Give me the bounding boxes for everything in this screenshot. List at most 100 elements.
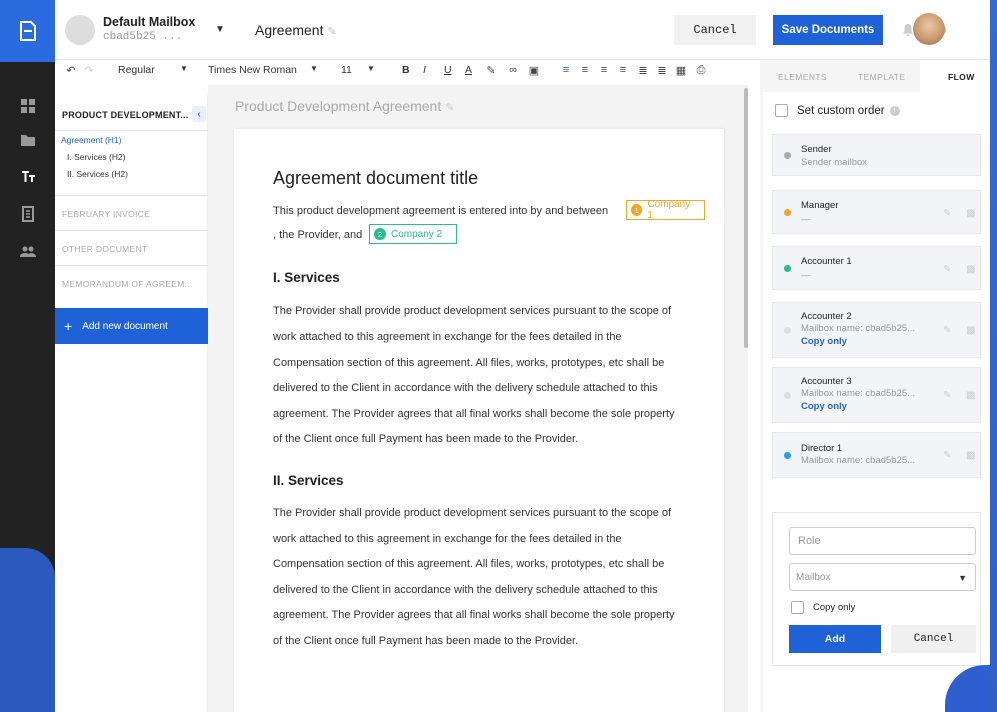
add-document-button[interactable]: + Add new document [55, 308, 208, 344]
section-1-heading[interactable]: I. Services [273, 270, 340, 285]
redo-icon[interactable]: ↷ [83, 64, 95, 77]
recipient-card-director-1[interactable]: Director 1 Mailbox name: cbad5b25... ✎ ▩ [772, 432, 981, 478]
document-title-heading[interactable]: Agreement document title [273, 168, 478, 189]
outline-item-services-1[interactable]: I. Services (H2) [67, 152, 126, 162]
save-documents-button[interactable]: Save Documents [773, 15, 883, 45]
trash-icon[interactable]: ▩ [966, 450, 975, 461]
cancel-recipient-button[interactable]: Cancel [891, 625, 976, 653]
bold-button[interactable]: B [402, 64, 410, 76]
mailbox-avatar[interactable] [65, 15, 95, 45]
pencil-icon[interactable]: ✎ [943, 450, 951, 461]
font-select[interactable]: Times New Roman [208, 64, 297, 76]
mailbox-dropdown-icon[interactable]: ▼ [215, 24, 225, 35]
user-avatar[interactable] [913, 13, 945, 45]
link-icon[interactable]: ∞ [507, 64, 519, 76]
dashboard-icon[interactable] [18, 96, 38, 116]
company-2-field[interactable]: 2 Company 2 [369, 224, 457, 244]
numbered-list-icon[interactable]: ≣ [637, 64, 649, 77]
undo-icon[interactable]: ↶ [65, 64, 77, 77]
document-item-memorandum[interactable]: MEMORANDUM OF AGREEM... [55, 265, 208, 299]
intro-line-2[interactable]: , the Provider, and [273, 229, 362, 241]
image-icon[interactable]: ▣ [528, 64, 540, 77]
company-1-field[interactable]: 1 Company 1 [626, 199, 705, 221]
trash-icon[interactable]: ▩ [966, 264, 975, 275]
outline-item-h1[interactable]: Agreement (H1) [61, 135, 121, 145]
collapse-chevron-icon[interactable]: ‹ [192, 106, 206, 122]
info-icon[interactable]: i [889, 105, 900, 116]
mailbox-name[interactable]: Default Mailbox [103, 15, 195, 29]
copy-only-checkbox[interactable] [791, 601, 804, 614]
highlight-icon[interactable]: ✎ [485, 64, 497, 77]
tab-template[interactable]: TEMPLATE [858, 72, 905, 82]
app-logo[interactable] [0, 0, 55, 62]
section-2-line[interactable]: Compensation section of this agreement. … [273, 558, 664, 570]
size-dropdown-icon[interactable]: ▼ [367, 64, 375, 73]
formatting-toolbar: ↶ ↷ Regular ▼ Times New Roman ▼ 11 ▼ B I… [55, 60, 758, 82]
tab-flow[interactable]: FLOW [948, 72, 975, 82]
app-window: Default Mailbox cbad5b25 ... ▼ Agreement… [0, 0, 990, 712]
section-2-line[interactable]: The Provider shall provide product devel… [273, 507, 671, 519]
outline-item-services-2[interactable]: II. Services (H2) [67, 169, 128, 179]
editor-document-heading[interactable]: Product Development Agreement ✎ [235, 98, 454, 114]
add-recipient-form: Role Mailbox ▼ Copy only Add Cancel [772, 512, 981, 666]
recipient-card-accounter-3[interactable]: Accounter 3 Mailbox name: cbad5b25... Co… [772, 367, 981, 423]
documents-icon[interactable] [18, 204, 38, 224]
section-2-heading[interactable]: II. Services [273, 473, 344, 488]
section-1-line[interactable]: of the Client once full Payment has been… [273, 433, 578, 445]
copy-only-option[interactable]: Copy only [791, 601, 855, 614]
mailbox-select[interactable]: Mailbox ▼ [789, 563, 976, 591]
style-select[interactable]: Regular [118, 64, 155, 76]
section-2-line[interactable]: work attached to this agreement in excha… [273, 533, 622, 545]
users-icon[interactable] [18, 242, 38, 262]
editor-scrollbar[interactable] [744, 88, 748, 348]
trash-icon[interactable]: ▩ [966, 390, 975, 401]
pencil-icon[interactable]: ✎ [943, 390, 951, 401]
trash-icon[interactable]: ▩ [966, 208, 975, 219]
text-format-icon[interactable] [18, 166, 38, 186]
intro-line-1[interactable]: This product development agreement is en… [273, 205, 608, 217]
page-break-icon[interactable]: ⎙ [695, 64, 707, 76]
section-2-line[interactable]: of the Client once full Payment has been… [273, 635, 578, 647]
document-page[interactable]: Agreement document title This product de… [234, 129, 724, 712]
recipient-card-sender[interactable]: Sender Sender mailbox [772, 134, 981, 176]
current-document-header[interactable]: PRODUCT DEVELOPMENT... ‹ [55, 95, 208, 131]
document-item-other[interactable]: OTHER DOCUMENT [55, 230, 208, 264]
section-1-line[interactable]: Compensation section of this agreement. … [273, 357, 664, 369]
align-justify-icon[interactable]: ≡ [617, 64, 629, 76]
cancel-button[interactable]: Cancel [674, 15, 756, 45]
align-center-icon[interactable]: ≡ [579, 64, 591, 76]
size-select[interactable]: 11 [341, 64, 352, 76]
document-title[interactable]: Agreement ✎ [255, 22, 337, 38]
pencil-icon[interactable]: ✎ [445, 102, 454, 114]
custom-order-toggle[interactable]: Set custom order i [775, 104, 900, 117]
custom-order-checkbox[interactable] [775, 104, 788, 117]
style-dropdown-icon[interactable]: ▼ [180, 64, 188, 73]
table-icon[interactable]: ▦ [675, 64, 687, 77]
font-dropdown-icon[interactable]: ▼ [310, 64, 318, 73]
pencil-icon[interactable]: ✎ [943, 208, 951, 219]
underline-button[interactable]: U [444, 64, 452, 76]
align-right-icon[interactable]: ≡ [598, 64, 610, 76]
folder-icon[interactable] [18, 130, 38, 150]
document-item-invoice[interactable]: FEBRUARY INVOICE [55, 195, 208, 229]
role-input[interactable]: Role [789, 527, 976, 555]
tab-elements[interactable]: ELEMENTS [778, 72, 827, 82]
recipient-card-accounter-1[interactable]: Accounter 1 — ✎ ▩ [772, 246, 981, 290]
pencil-icon[interactable]: ✎ [327, 26, 336, 38]
add-recipient-button[interactable]: Add [789, 625, 881, 653]
italic-button[interactable]: I [423, 64, 426, 76]
section-2-line[interactable]: delivered to the Client in accordance wi… [273, 584, 658, 596]
section-1-line[interactable]: agreement. The Provider agrees that all … [273, 408, 675, 420]
align-left-icon[interactable]: ≡ [560, 64, 572, 76]
section-1-line[interactable]: delivered to the Client in accordance wi… [273, 382, 658, 394]
section-1-line[interactable]: The Provider shall provide product devel… [273, 305, 671, 317]
recipient-card-accounter-2[interactable]: Accounter 2 Mailbox name: cbad5b25... Co… [772, 302, 981, 358]
recipient-card-manager[interactable]: Manager — ✎ ▩ [772, 190, 981, 234]
pencil-icon[interactable]: ✎ [943, 325, 951, 336]
section-1-line[interactable]: work attached to this agreement in excha… [273, 331, 622, 343]
trash-icon[interactable]: ▩ [966, 325, 975, 336]
section-2-line[interactable]: agreement. The Provider agrees that all … [273, 609, 675, 621]
bullet-list-icon[interactable]: ≣ [656, 64, 668, 77]
font-color-button[interactable]: A [465, 64, 472, 76]
pencil-icon[interactable]: ✎ [943, 264, 951, 275]
